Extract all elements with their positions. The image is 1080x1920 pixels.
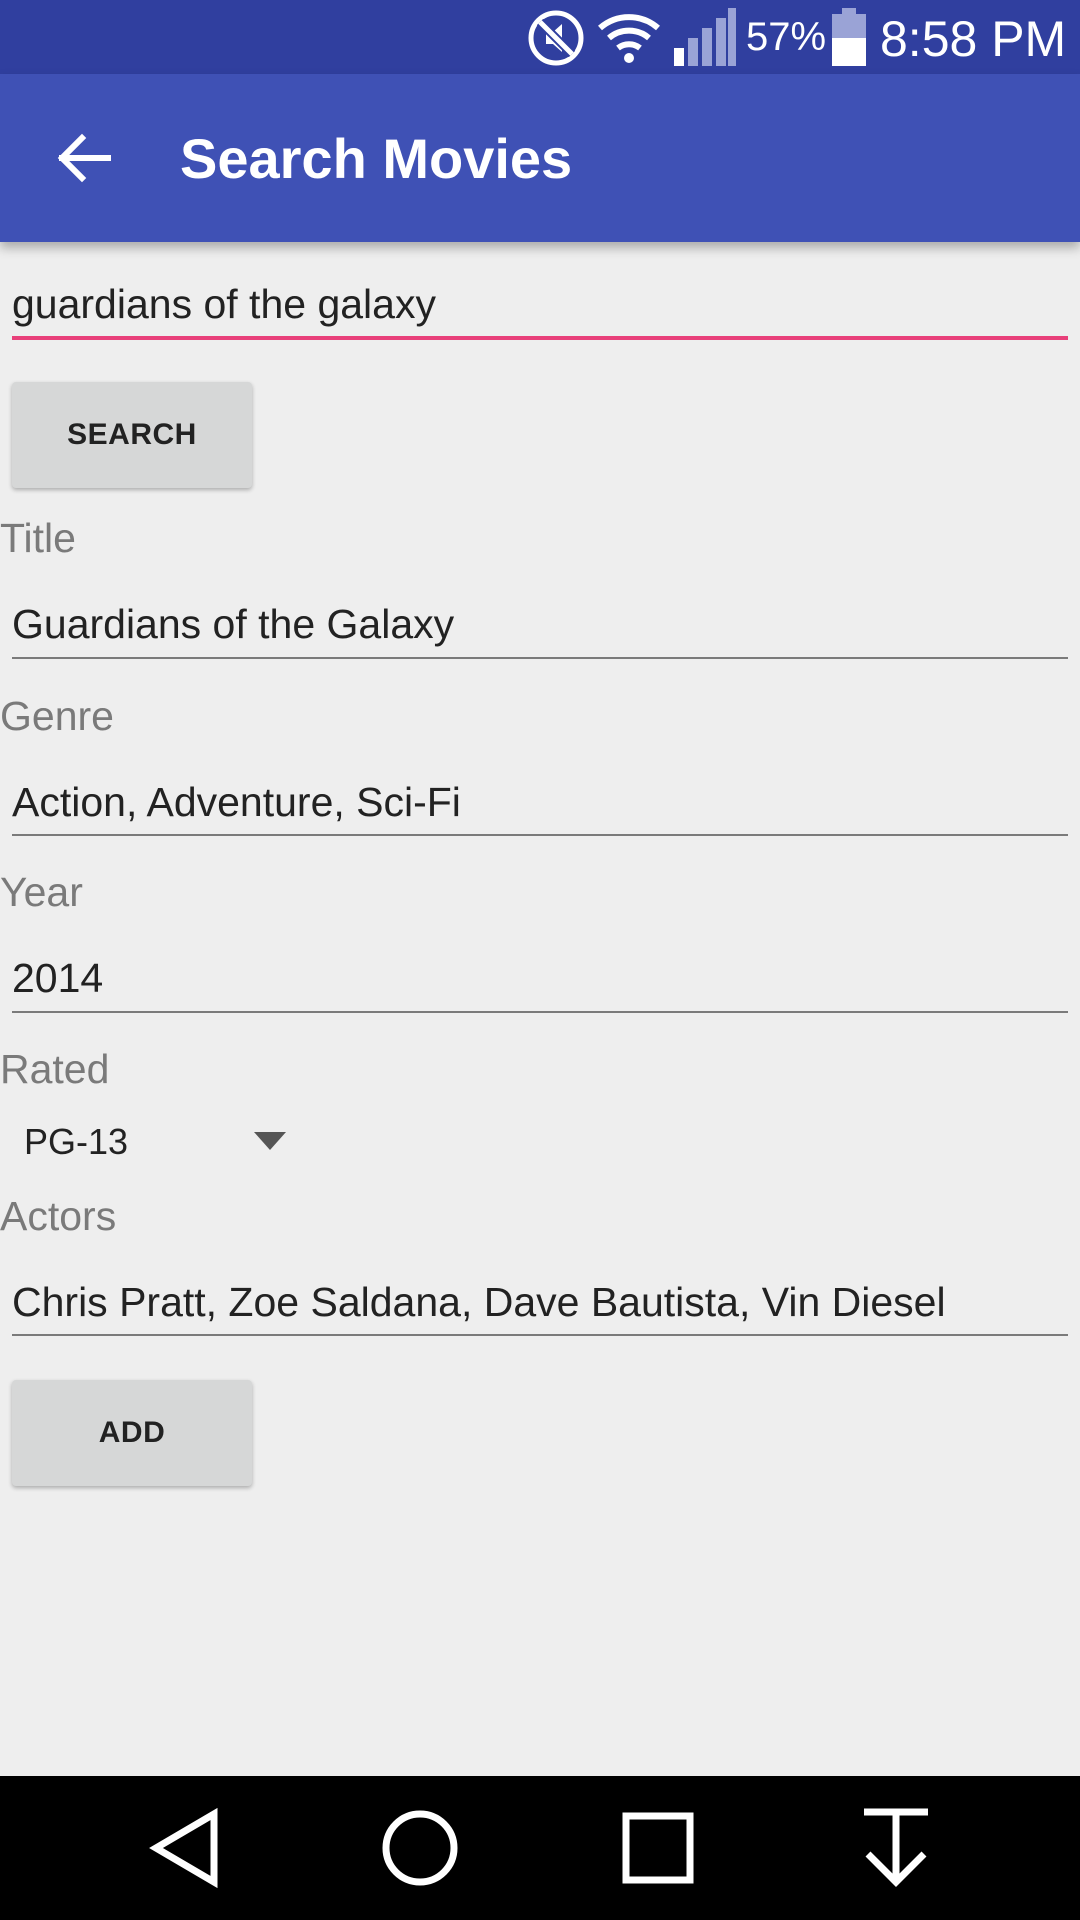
genre-field-underline [12,834,1068,836]
title-field-value: Guardians of the Galaxy [12,601,455,647]
add-button[interactable]: ADD [12,1380,252,1486]
genre-field[interactable]: Action, Adventure, Sci-Fi [12,776,1068,828]
search-input-value: guardians of the galaxy [12,281,436,327]
mute-icon [526,8,586,68]
genre-label: Genre [0,693,114,739]
arrow-back-icon [57,133,111,183]
nav-back-icon [149,1807,218,1889]
nav-home-icon [382,1810,458,1886]
status-bar: 57% 8:58 PM [0,0,1080,74]
year-field[interactable]: 2014 [12,952,1068,1004]
nav-download-button[interactable] [846,1798,946,1898]
back-button[interactable] [44,118,124,198]
navigation-bar [0,1776,1080,1920]
rated-dropdown-value: PG-13 [24,1121,129,1162]
year-field-value: 2014 [12,955,104,1001]
app-bar: Search Movies [0,74,1080,242]
rated-label: Rated [0,1046,110,1092]
year-field-underline [12,1011,1068,1013]
actors-field-underline [12,1334,1068,1336]
title-field-underline [12,657,1068,659]
wifi-icon [596,10,662,66]
nav-recents-icon [622,1812,694,1884]
nav-home-button[interactable] [370,1798,470,1898]
page-title: Search Movies [180,127,573,190]
year-label: Year [0,869,83,915]
genre-field-value: Action, Adventure, Sci-Fi [12,779,461,825]
nav-back-button[interactable] [134,1798,234,1898]
title-label: Title [0,515,76,561]
battery-percent: 57% [746,15,827,59]
nav-recents-button[interactable] [608,1798,708,1898]
screen: 57% 8:58 PM Search Movies guardians of t… [0,0,1080,1920]
dropdown-arrow-icon [254,1132,286,1150]
search-button[interactable]: SEARCH [12,382,252,488]
battery-icon [830,8,868,66]
nav-download-icon [864,1808,928,1887]
actors-field[interactable]: Chris Pratt, Zoe Saldana, Dave Bautista,… [12,1276,1068,1328]
rated-dropdown[interactable]: PG-13 [24,1116,294,1168]
actors-field-value: Chris Pratt, Zoe Saldana, Dave Bautista,… [12,1279,946,1325]
title-field[interactable]: Guardians of the Galaxy [12,598,1068,650]
actors-label: Actors [0,1193,117,1239]
search-input[interactable]: guardians of the galaxy [12,278,1068,330]
signal-icon [672,8,738,66]
status-clock: 8:58 PM [880,11,1067,67]
search-input-underline [12,336,1068,340]
